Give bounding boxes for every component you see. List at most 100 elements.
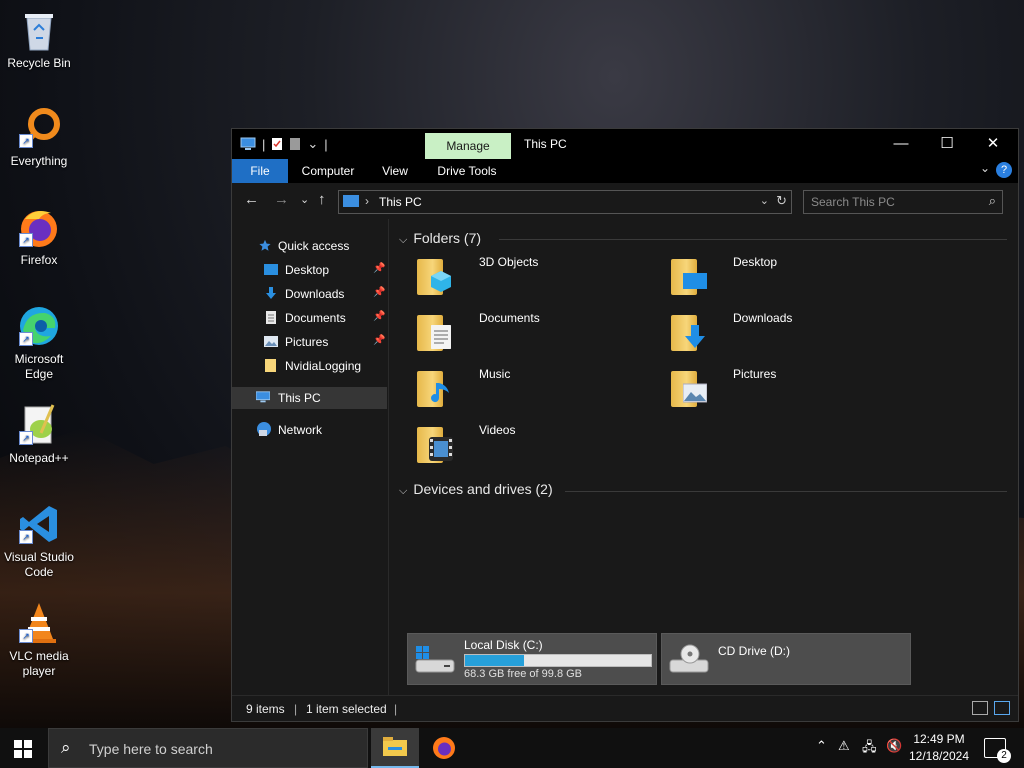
recent-locations-chevron-icon[interactable]: ⌄ — [300, 193, 309, 206]
desktop-icon-recycle-bin[interactable]: Recycle Bin — [1, 8, 77, 71]
nav-item-nvidialogging[interactable]: NvidiaLogging — [232, 355, 387, 377]
search-input[interactable]: Search This PC ⌕ — [803, 190, 1003, 214]
navigation-pane: Quick access Desktop 📌 Downloads 📌 Docum… — [232, 219, 389, 695]
large-icons-view-icon[interactable] — [994, 701, 1010, 715]
nav-item-desktop[interactable]: Desktop 📌 — [232, 259, 387, 281]
tab-manage[interactable]: Manage — [425, 133, 511, 160]
nav-item-this-pc[interactable]: This PC — [232, 387, 387, 409]
folder-label: Videos — [479, 423, 516, 437]
nav-item-documents[interactable]: Documents 📌 — [232, 307, 387, 329]
nav-item-label: This PC — [278, 391, 321, 405]
taskbar-file-explorer[interactable] — [371, 728, 419, 768]
desktop-icon-firefox[interactable]: ↗ Firefox — [1, 205, 77, 268]
everything-magnifier-icon: ↗ — [17, 106, 61, 150]
network-tray-icon[interactable]: 🖧 — [862, 738, 877, 760]
search-icon[interactable]: ⌕ — [989, 193, 996, 209]
maximize-button[interactable]: ☐ — [924, 129, 970, 159]
status-divider: | — [294, 702, 298, 716]
taskbar-firefox[interactable] — [420, 728, 468, 768]
start-button[interactable] — [14, 740, 32, 758]
content-pane: ⌵ Folders (7) 3D Objects Desktop Document… — [389, 219, 1017, 695]
group-header-devices-and-drives[interactable]: ⌵ Devices and drives (2) — [399, 481, 553, 498]
notepad-plus-plus-icon: ↗ — [17, 403, 61, 447]
nav-item-network[interactable]: Network — [232, 419, 387, 441]
desktop-icon-label: Recycle Bin — [7, 56, 71, 70]
network-icon — [257, 422, 271, 436]
drive-name: CD Drive (D:) — [718, 644, 790, 658]
breadcrumb[interactable]: This PC — [379, 195, 422, 209]
status-item-count: 9 items — [246, 702, 285, 716]
hard-drive-icon — [415, 646, 455, 673]
collapse-chevron-icon[interactable]: ⌵ — [399, 234, 407, 246]
folder-downloads-icon — [671, 311, 707, 351]
action-center-icon[interactable]: 2 — [984, 738, 1011, 763]
desktop-icon-visual-studio-code[interactable]: ↗ Visual Studio Code — [1, 502, 77, 580]
pin-icon[interactable]: 📌 — [373, 263, 385, 274]
show-hidden-icons-chevron-icon[interactable]: ⌃ — [816, 738, 827, 754]
shortcut-arrow-icon: ↗ — [19, 431, 33, 445]
toolbar-divider: | — [262, 136, 266, 152]
desktop-icon-microsoft-edge[interactable]: ↗ Microsoft Edge — [1, 304, 77, 382]
window-title: This PC — [524, 137, 567, 151]
desktop-icon-vlc[interactable]: ↗ VLC media player — [1, 601, 77, 679]
desktop-icon-label: Firefox — [20, 253, 58, 267]
refresh-icon[interactable]: ↻ — [776, 193, 787, 209]
group-header-label: Devices and drives (2) — [413, 481, 553, 497]
folder-downloads[interactable]: Downloads — [659, 305, 899, 353]
desktop-icon-notepad-plus-plus[interactable]: ↗ Notepad++ — [1, 403, 77, 466]
minimize-button[interactable]: — — [878, 129, 924, 159]
back-button[interactable]: ← — [244, 191, 259, 208]
tab-view[interactable]: View — [372, 159, 418, 183]
folder-documents-icon — [417, 311, 453, 351]
folder-desktop-icon — [671, 255, 707, 295]
taskbar-search-input[interactable]: ⌕ Type here to search — [48, 728, 368, 768]
collapse-chevron-icon[interactable]: ⌵ — [399, 485, 407, 497]
customize-toolbar-chevron-icon[interactable]: ⌄ — [307, 136, 318, 152]
folder-videos[interactable]: Videos — [405, 417, 645, 465]
expand-ribbon-chevron-icon[interactable]: ⌄ — [980, 161, 990, 175]
pin-icon[interactable]: 📌 — [373, 311, 385, 322]
nav-item-downloads[interactable]: Downloads 📌 — [232, 283, 387, 305]
shortcut-arrow-icon: ↗ — [19, 629, 33, 643]
desktop-icon-everything[interactable]: ↗ Everything — [1, 106, 77, 169]
nav-item-quick-access[interactable]: Quick access — [232, 235, 387, 257]
folder-desktop[interactable]: Desktop — [659, 249, 899, 297]
taskbar: ⌕ Type here to search ⌃ ⚠ 🖧 🔇 12:49 PM 1… — [0, 728, 1024, 768]
folder-documents[interactable]: Documents — [405, 305, 645, 353]
tab-file[interactable]: File — [232, 159, 288, 183]
security-center-icon[interactable]: ⚠ — [838, 738, 850, 754]
address-dropdown-chevron-icon[interactable]: ⌄ — [760, 194, 769, 207]
this-pc-icon — [343, 195, 359, 207]
folder-label: Downloads — [733, 311, 793, 325]
new-folder-icon[interactable] — [289, 137, 301, 151]
details-view-icon[interactable] — [972, 701, 988, 715]
group-header-folders[interactable]: ⌵ Folders (7) — [399, 230, 481, 247]
taskbar-clock[interactable]: 12:49 PM 12/18/2024 — [904, 731, 974, 765]
nav-item-pictures[interactable]: Pictures 📌 — [232, 331, 387, 353]
properties-icon[interactable] — [271, 137, 283, 151]
search-icon: ⌕ — [61, 738, 71, 757]
drive-free-space: 68.3 GB free of 99.8 GB — [464, 668, 583, 680]
pin-icon[interactable]: 📌 — [373, 287, 385, 298]
folder-music[interactable]: Music — [405, 361, 645, 409]
drive-cd-drive-d[interactable]: CD Drive (D:) — [661, 633, 911, 685]
folder-pictures[interactable]: Pictures — [659, 361, 899, 409]
drive-local-disk-c[interactable]: Local Disk (C:) 68.3 GB free of 99.8 GB — [407, 633, 657, 685]
nav-item-label: Desktop — [285, 263, 330, 277]
tab-drive-tools[interactable]: Drive Tools — [428, 159, 506, 183]
volume-muted-icon[interactable]: 🔇 — [886, 738, 902, 754]
up-button[interactable]: ↑ — [318, 191, 326, 208]
address-bar[interactable]: › This PC ⌄ ↻ — [338, 190, 792, 214]
close-button[interactable]: ✕ — [970, 129, 1016, 159]
forward-button[interactable]: → — [274, 191, 289, 208]
nav-item-label: Quick access — [278, 239, 350, 253]
tab-computer[interactable]: Computer — [292, 159, 364, 183]
folder-3d-objects[interactable]: 3D Objects — [405, 249, 645, 297]
nav-item-label: Pictures — [285, 335, 329, 349]
group-header-label: Folders (7) — [413, 230, 482, 246]
help-icon[interactable]: ? — [996, 162, 1012, 178]
navigation-bar: ← → ⌄ ↑ › This PC ⌄ ↻ Search This PC ⌕ — [232, 183, 1018, 219]
desktop-icon-label: Everything — [10, 154, 68, 168]
clock-date: 12/18/2024 — [908, 749, 970, 763]
pin-icon[interactable]: 📌 — [373, 335, 385, 346]
